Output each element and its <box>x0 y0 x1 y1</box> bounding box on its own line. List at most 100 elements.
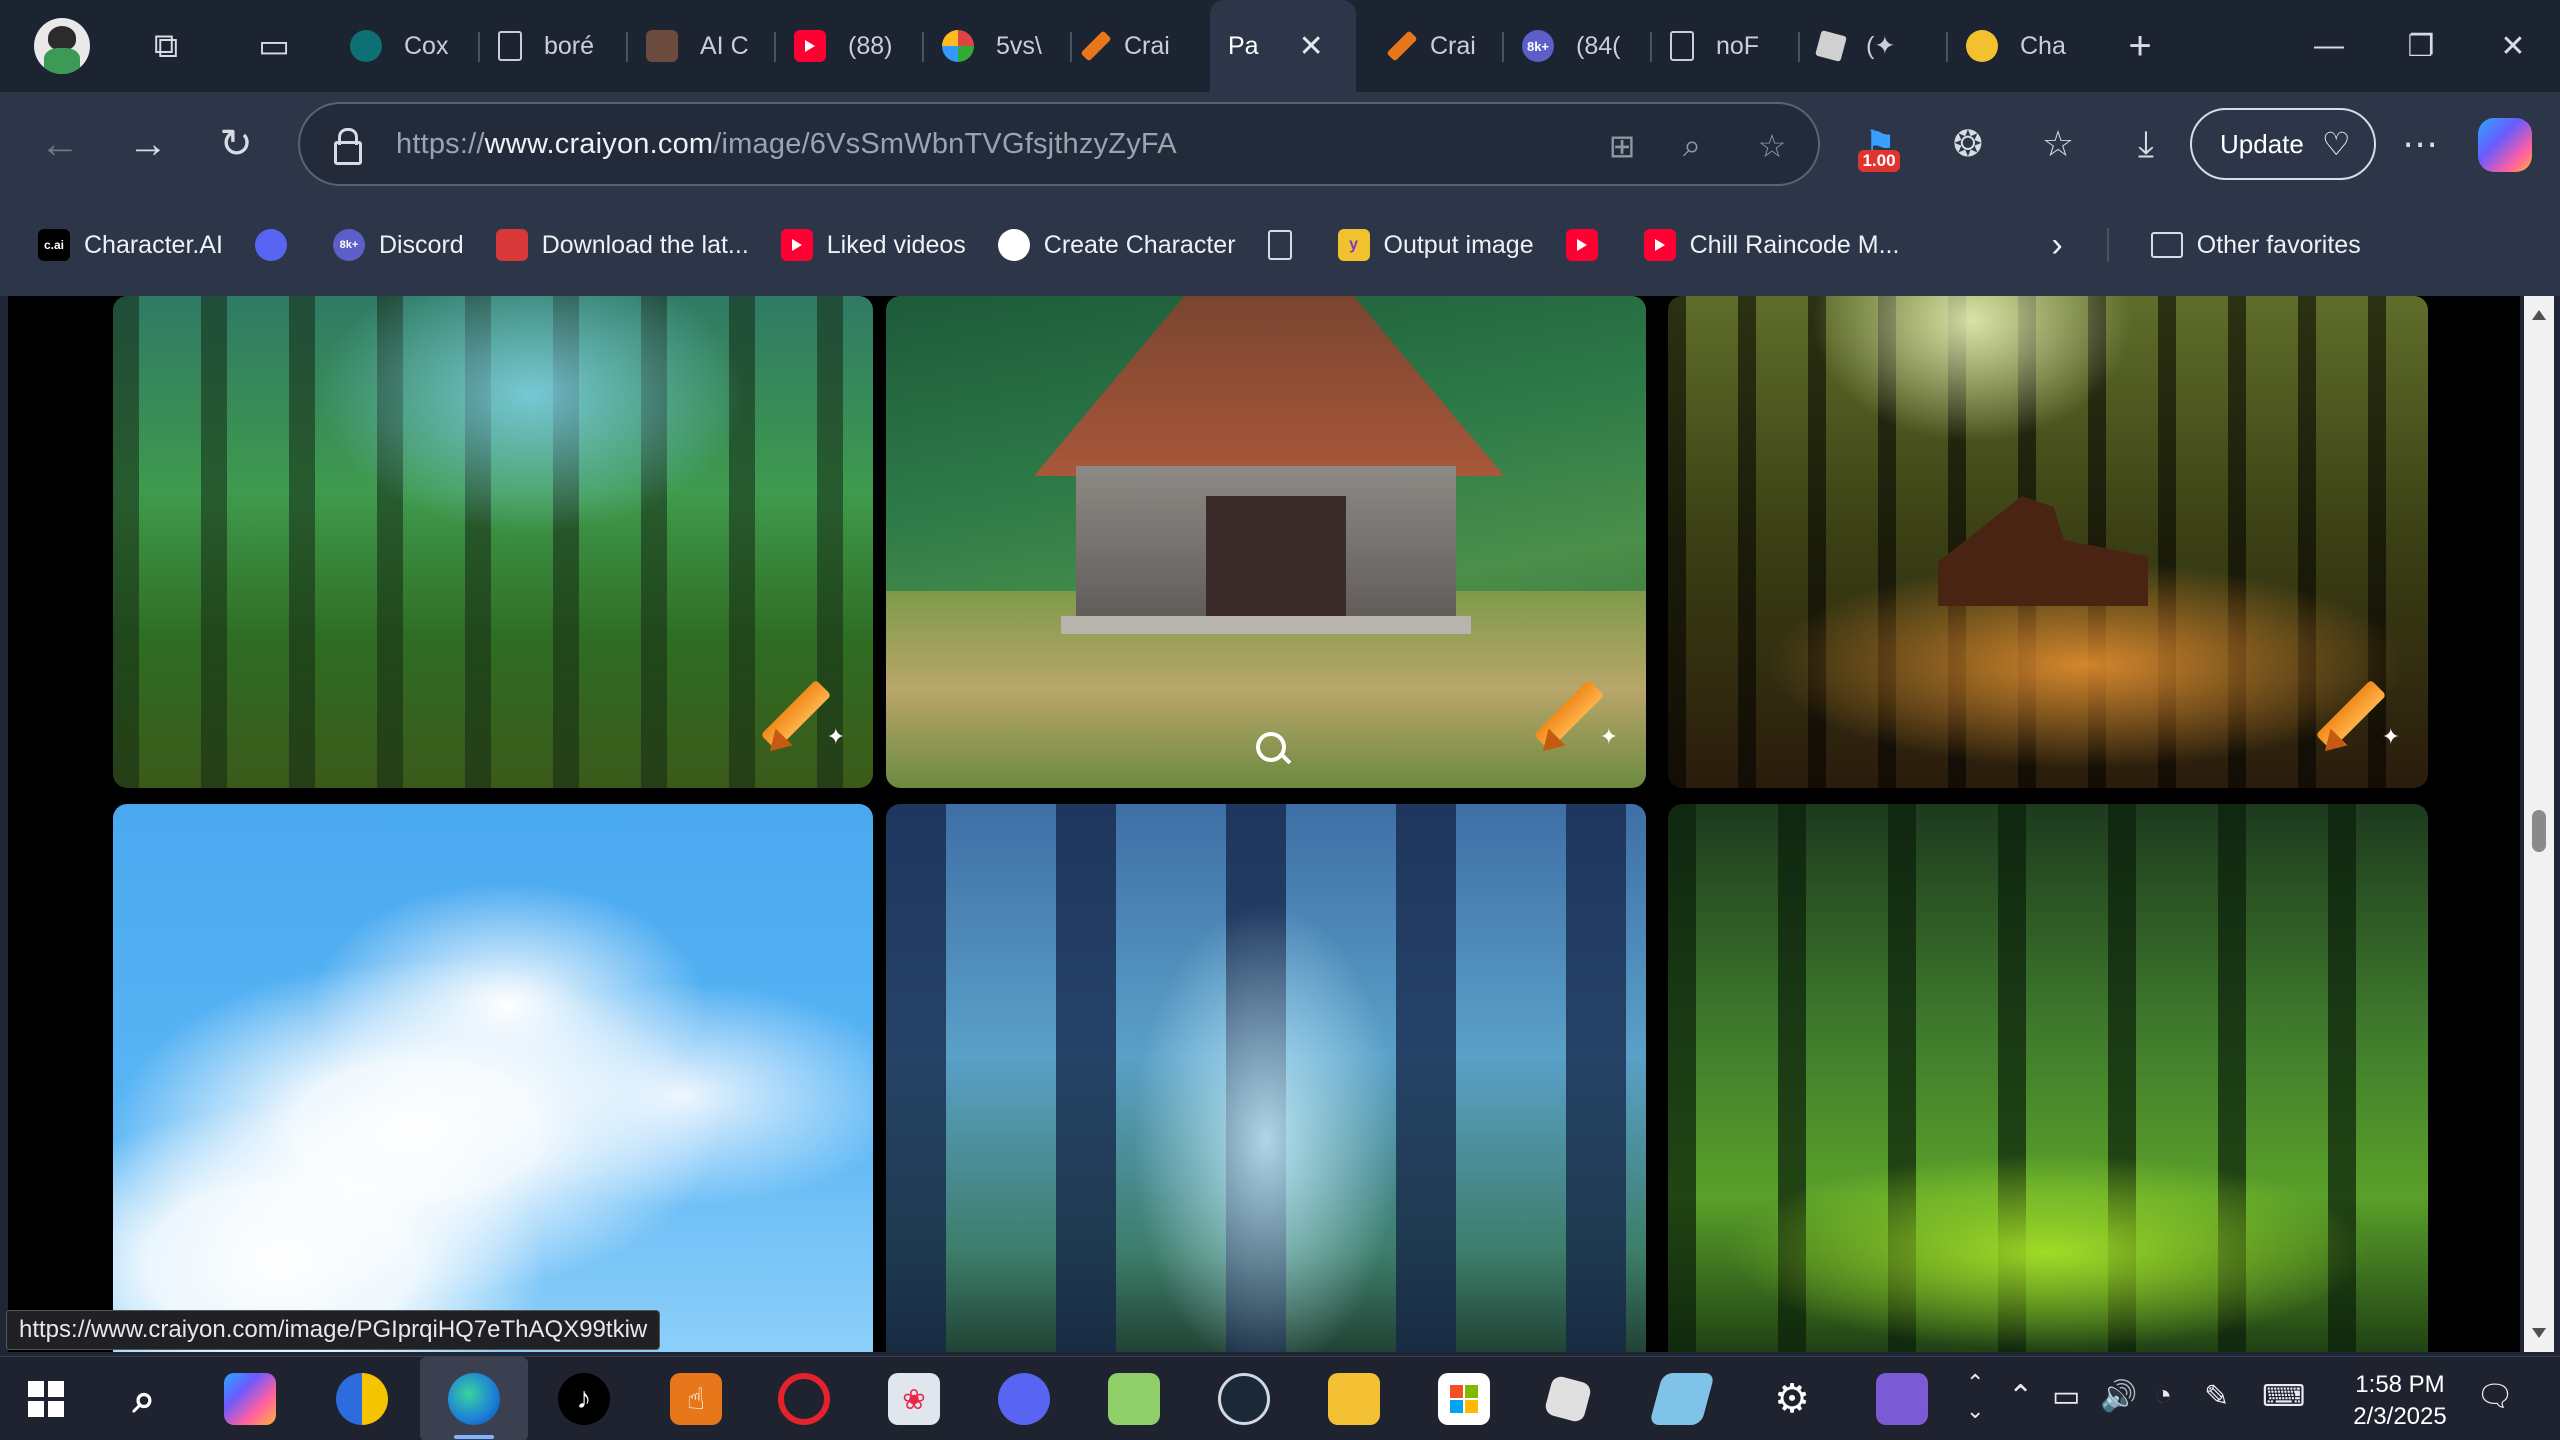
roblox-studio-icon[interactable] <box>1649 1373 1715 1425</box>
opera-icon[interactable] <box>778 1373 830 1425</box>
navigation-bar: ← → ↻ https://www.craiyon.com/image/6VsS… <box>0 92 2560 194</box>
tab[interactable]: Crai <box>1072 10 1210 82</box>
favorite-item[interactable] <box>239 217 317 273</box>
minimize-icon[interactable]: — <box>2284 16 2374 76</box>
scrollbar[interactable] <box>2524 296 2554 1352</box>
file-explorer-icon[interactable] <box>1328 1373 1380 1425</box>
discord-app-icon[interactable] <box>998 1373 1050 1425</box>
tab[interactable]: (✦ <box>1800 10 1948 82</box>
status-url-tooltip: https://www.craiyon.com/image/PGIprqiHQ7… <box>6 1310 661 1350</box>
tab[interactable]: Cha <box>1948 10 2096 82</box>
copilot-app-icon[interactable] <box>224 1373 276 1425</box>
favorite-item[interactable]: Create Character <box>982 217 1252 273</box>
notepad-app-icon[interactable] <box>1108 1373 1160 1425</box>
scroll-down-icon[interactable] <box>2532 1328 2546 1338</box>
show-hidden-icons[interactable]: ⌃ <box>2008 1379 2033 1414</box>
tab[interactable]: AI C <box>628 10 776 82</box>
tab[interactable]: 8k+ (84( <box>1504 10 1652 82</box>
settings-icon[interactable]: ⚙ <box>1766 1373 1818 1425</box>
roblox-app-icon[interactable] <box>1543 1374 1593 1424</box>
favorite-item[interactable] <box>1550 217 1628 273</box>
edit-pencil-icon[interactable]: ✦ <box>1530 672 1618 760</box>
app-available-icon[interactable]: ⊞ <box>1598 122 1646 170</box>
extensions-icon[interactable]: ❂ <box>1938 114 1998 174</box>
eightk-icon: 8k+ <box>332 229 365 261</box>
favorites-icon[interactable]: ☆ <box>2028 114 2088 174</box>
gallery-image-green-forest[interactable] <box>1668 804 2428 1352</box>
store-icon[interactable] <box>1438 1373 1490 1425</box>
extension-badge: 1.00 <box>1858 150 1900 172</box>
pinwheel-app-icon[interactable] <box>336 1373 388 1425</box>
zoom-magnifier-icon[interactable] <box>1256 732 1292 768</box>
favorite-star-icon[interactable]: ☆ <box>1748 122 1796 170</box>
scroll-thumb[interactable] <box>2532 810 2546 852</box>
search-icon[interactable]: ⌕ <box>118 1373 170 1425</box>
favorite-item[interactable]: c.ai Character.AI <box>22 217 239 273</box>
downloads-icon[interactable]: ⤓ <box>2116 114 2176 174</box>
favorite-item[interactable]: Liked videos <box>765 217 982 273</box>
back-icon[interactable]: ← <box>30 114 90 174</box>
tab-favicon <box>646 30 678 62</box>
workspaces-icon[interactable]: ⧉ <box>130 10 202 82</box>
clock[interactable]: 1:58 PM 2/3/2025 <box>2330 1369 2470 1433</box>
gallery-image-blue-forest[interactable] <box>886 804 1646 1352</box>
character-app-icon[interactable] <box>1876 1373 1928 1425</box>
volume-icon[interactable]: 🔊 <box>2100 1379 2137 1414</box>
wifi-icon[interactable]: ◔ <box>2154 1379 2172 1413</box>
gallery-image-sunlit-ruins[interactable]: ✦ <box>1668 296 2428 788</box>
start-icon[interactable] <box>20 1373 72 1425</box>
gallery-image-clouds[interactable] <box>113 804 873 1352</box>
address-bar[interactable]: https://www.craiyon.com/image/6VsSmWbnTV… <box>298 102 1820 186</box>
zoom-icon[interactable]: ⌕ <box>1668 122 1716 170</box>
favorite-item[interactable]: 8k+ Discord <box>317 217 480 273</box>
keyboard-icon[interactable]: ⌨ <box>2262 1379 2305 1414</box>
forward-icon[interactable]: → <box>118 114 178 174</box>
more-menu-icon[interactable]: ⋯ <box>2390 114 2450 174</box>
favorite-item[interactable]: y Output image <box>1322 217 1550 273</box>
youtube-icon <box>780 229 813 261</box>
steam-icon[interactable] <box>1218 1373 1270 1425</box>
clock-date: 2/3/2025 <box>2353 1403 2447 1430</box>
tab[interactable]: Cox <box>332 10 480 82</box>
tab-active[interactable]: Pa ✕ <box>1210 0 1356 92</box>
copilot-icon[interactable] <box>2478 118 2532 172</box>
edit-pencil-icon[interactable]: ✦ <box>757 672 845 760</box>
page-content: ✦ ✦ ✦ <box>8 296 2520 1352</box>
favorite-item[interactable] <box>1252 217 1322 273</box>
refresh-icon[interactable]: ↻ <box>206 114 266 174</box>
tab[interactable]: (88) <box>776 10 924 82</box>
vertical-tabs-icon[interactable]: ▭ <box>238 10 310 82</box>
paint-app-icon[interactable]: ❀ <box>888 1373 940 1425</box>
battery-icon[interactable]: ▭ <box>2052 1379 2080 1414</box>
edit-pencil-icon[interactable]: ✦ <box>2312 672 2400 760</box>
favorite-item[interactable]: Chill Raincode M... <box>1628 217 1916 273</box>
notifications-icon[interactable]: 🗨 <box>2476 1379 2514 1414</box>
lock-icon[interactable] <box>334 128 362 165</box>
url-text[interactable]: https://www.craiyon.com/image/6VsSmWbnTV… <box>396 128 1177 161</box>
tab[interactable]: Crai <box>1356 10 1504 82</box>
other-favorites[interactable]: Other favorites <box>2135 217 2377 273</box>
overflow-chevron-icon[interactable]: ⌃ ⌄ <box>1966 1369 1984 1425</box>
tab-title: AI C <box>700 31 749 60</box>
pen-icon[interactable]: ✎ <box>2204 1379 2229 1414</box>
favorites-overflow-chevron-icon[interactable]: › <box>2035 217 2078 273</box>
tab[interactable]: noF <box>1652 10 1800 82</box>
close-window-icon[interactable]: ✕ <box>2468 16 2558 76</box>
touch-app-icon[interactable]: ☝ <box>670 1373 722 1425</box>
profile-avatar[interactable] <box>34 18 90 74</box>
clock-time: 1:58 PM <box>2355 1371 2445 1398</box>
cabin-door <box>1206 496 1346 626</box>
new-tab-icon[interactable]: + <box>2104 10 2176 82</box>
favorite-item[interactable]: Download the lat... <box>480 217 765 273</box>
gallery-image-forest-path[interactable]: ✦ <box>113 296 873 788</box>
edge-icon[interactable] <box>448 1373 500 1425</box>
tiktok-icon[interactable]: ♪ <box>558 1373 610 1425</box>
tab[interactable]: 5vs\ <box>924 10 1072 82</box>
scroll-up-icon[interactable] <box>2532 310 2546 320</box>
gallery-image-cabin[interactable]: ✦ <box>886 296 1646 788</box>
tab[interactable]: boré <box>480 10 628 82</box>
close-tab-icon[interactable]: ✕ <box>1299 29 1324 64</box>
divider <box>2106 228 2109 262</box>
update-button[interactable]: Update ♡ <box>2190 108 2376 180</box>
restore-icon[interactable]: ❐ <box>2376 16 2466 76</box>
